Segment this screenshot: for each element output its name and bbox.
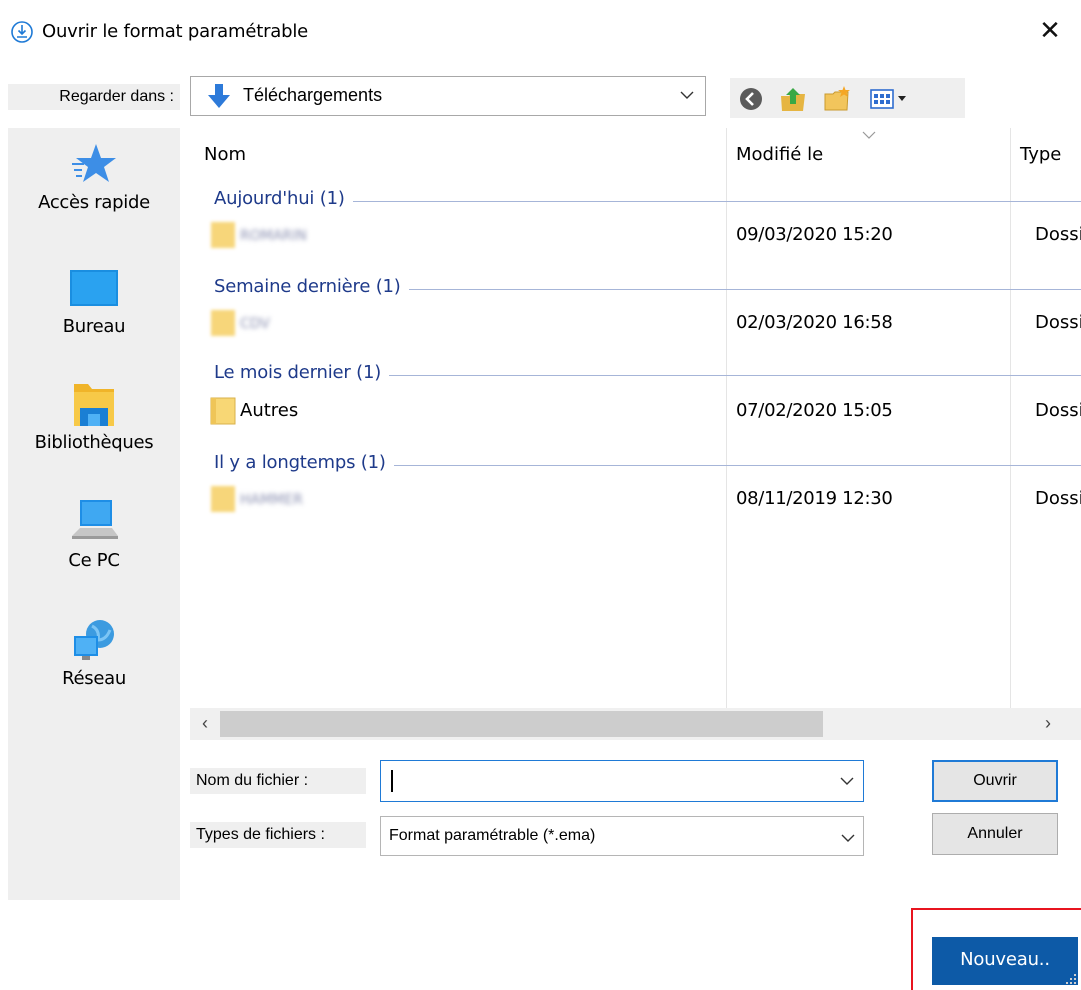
column-header-modified[interactable]: Modifié le <box>736 144 823 165</box>
column-header-name[interactable]: Nom <box>204 144 246 165</box>
look-in-combobox[interactable]: Téléchargements <box>190 76 706 116</box>
close-button[interactable]: ✕ <box>1032 14 1068 50</box>
file-name: Autres <box>240 400 299 421</box>
sort-indicator-icon <box>862 131 876 139</box>
chevron-down-icon[interactable] <box>677 85 697 105</box>
up-folder-icon[interactable] <box>778 84 808 114</box>
list-item[interactable]: Autres 07/02/2020 15:05 Dossi <box>190 390 1081 434</box>
look-in-value: Téléchargements <box>243 85 383 105</box>
place-label: Ce PC <box>68 550 120 571</box>
new-folder-icon[interactable] <box>822 84 852 114</box>
place-libraries[interactable]: Bibliothèques <box>8 380 180 453</box>
chevron-down-icon[interactable] <box>838 772 856 790</box>
file-type: Dossi <box>1035 224 1081 245</box>
group-label: Aujourd'hui (1) <box>214 188 353 209</box>
list-item[interactable]: HAMMER 08/11/2019 12:30 Dossi <box>190 478 1081 522</box>
file-type: Dossi <box>1035 400 1081 421</box>
filename-input[interactable] <box>380 760 864 802</box>
file-type: Dossi <box>1035 312 1081 333</box>
network-icon <box>74 620 114 660</box>
folder-icon <box>210 397 236 425</box>
file-list[interactable]: Nom Modifié le Type Aujourd'hui (1) ROMA… <box>190 128 1081 708</box>
file-modified: 09/03/2020 15:20 <box>736 224 893 245</box>
list-item[interactable]: CDV 02/03/2020 16:58 Dossi <box>190 302 1081 346</box>
folder-icon <box>211 486 235 512</box>
filetype-value: Format paramétrable (*.ema) <box>389 827 596 844</box>
group-label: Le mois dernier (1) <box>214 362 390 383</box>
filetype-select[interactable]: Format paramétrable (*.ema) <box>380 816 864 856</box>
place-label: Réseau <box>62 668 126 689</box>
scroll-left-button[interactable]: ‹ <box>190 708 220 740</box>
file-name: CDV <box>240 316 270 332</box>
place-desktop[interactable]: Bureau <box>8 264 180 337</box>
view-menu-icon[interactable] <box>868 84 918 114</box>
filetype-label: Types de fichiers : <box>190 822 366 848</box>
place-label: Bibliothèques <box>34 432 154 453</box>
group-header[interactable]: Le mois dernier (1) <box>214 362 1081 386</box>
folder-icon <box>211 222 235 248</box>
file-modified: 02/03/2020 16:58 <box>736 312 893 333</box>
file-name: HAMMER <box>240 492 303 508</box>
desktop-icon <box>70 270 118 306</box>
group-label: Il y a longtemps (1) <box>214 452 394 473</box>
resize-grip-icon[interactable] <box>1062 970 1078 986</box>
column-header-type[interactable]: Type <box>1020 144 1061 165</box>
folder-icon <box>211 310 235 336</box>
scroll-right-button[interactable]: › <box>1033 708 1063 740</box>
cancel-button[interactable]: Annuler <box>932 813 1058 855</box>
computer-icon <box>72 500 118 539</box>
place-quick-access[interactable]: Accès rapide <box>8 140 180 213</box>
libraries-icon <box>74 384 114 426</box>
place-network[interactable]: Réseau <box>8 616 180 689</box>
chevron-down-icon[interactable] <box>839 829 857 847</box>
open-button[interactable]: Ouvrir <box>932 760 1058 802</box>
place-this-pc[interactable]: Ce PC <box>8 498 180 571</box>
format-icon <box>11 21 33 43</box>
places-bar: Accès rapide Bureau Bibliothèques Ce PC <box>8 128 180 900</box>
place-label: Accès rapide <box>38 192 150 213</box>
place-label: Bureau <box>62 316 126 337</box>
look-in-label: Regarder dans : <box>8 84 180 110</box>
file-name: ROMARIN <box>240 228 307 244</box>
text-caret <box>391 770 393 792</box>
star-icon <box>72 144 116 182</box>
group-label: Semaine dernière (1) <box>214 276 409 297</box>
file-modified: 07/02/2020 15:05 <box>736 400 893 421</box>
new-button[interactable]: Nouveau.. <box>932 937 1078 985</box>
horizontal-scrollbar[interactable]: ‹ › <box>190 708 1081 740</box>
window-title: Ouvrir le format paramétrable <box>42 21 309 42</box>
scroll-thumb[interactable] <box>220 711 823 737</box>
toolbar <box>730 78 965 118</box>
download-arrow-icon <box>208 84 230 108</box>
filename-label: Nom du fichier : <box>190 768 366 794</box>
back-icon[interactable] <box>736 84 766 114</box>
group-header[interactable]: Aujourd'hui (1) <box>214 188 1081 212</box>
group-header[interactable]: Il y a longtemps (1) <box>214 452 1081 476</box>
list-item[interactable]: ROMARIN 09/03/2020 15:20 Dossi <box>190 214 1081 258</box>
file-type: Dossi <box>1035 488 1081 509</box>
file-modified: 08/11/2019 12:30 <box>736 488 893 509</box>
group-header[interactable]: Semaine dernière (1) <box>214 276 1081 300</box>
